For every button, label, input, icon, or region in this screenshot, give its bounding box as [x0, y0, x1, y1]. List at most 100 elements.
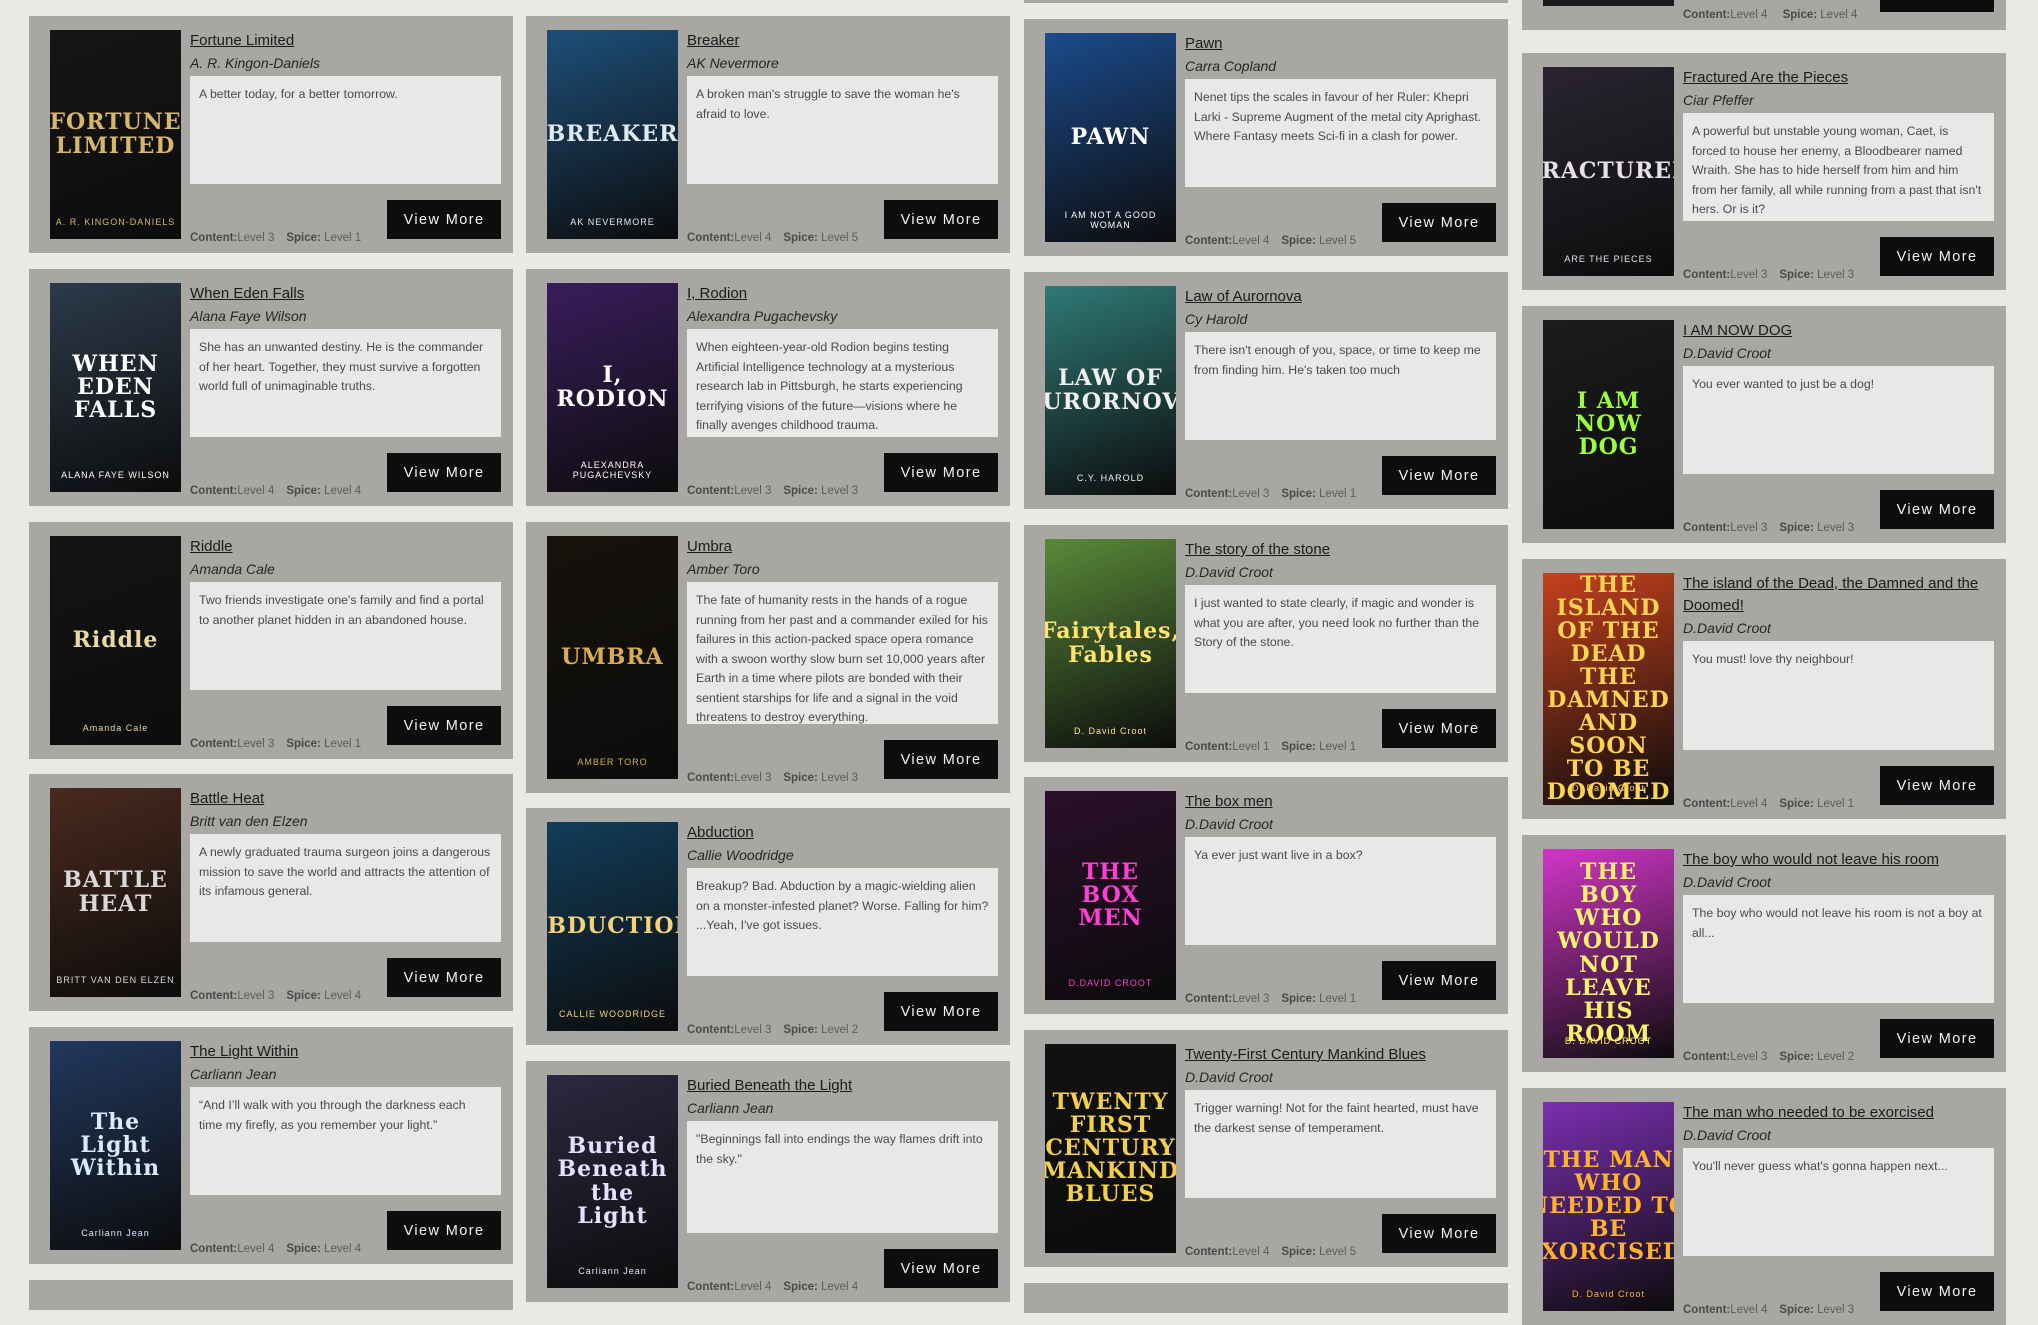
- book-description: There isn't enough of you, space, or tim…: [1185, 332, 1496, 440]
- spice-level: Level 4: [1820, 9, 1858, 21]
- view-more-button[interactable]: View More: [1880, 0, 1994, 12]
- view-more-button[interactable]: View More: [1382, 961, 1496, 1000]
- view-more-button[interactable]: View More: [884, 740, 998, 779]
- spice-level: Level 2: [1817, 1051, 1855, 1063]
- spice-label: Spice:: [1782, 9, 1818, 21]
- view-more-button[interactable]: View More: [1880, 237, 1994, 276]
- book-title-link[interactable]: Breaker: [687, 30, 998, 52]
- ratings: Content:Level 3 Spice: Level 3: [1683, 513, 1854, 543]
- book-cover[interactable]: FRACTURED ARE THE PIECES: [1543, 67, 1674, 276]
- view-more-button[interactable]: View More: [387, 200, 501, 239]
- cover-author: ALANA FAYE WILSON: [61, 470, 170, 480]
- book-title-link[interactable]: Umbra: [687, 536, 998, 558]
- book-cover[interactable]: LAW OF AURORNOVA C.Y. HAROLD: [1045, 286, 1176, 495]
- book-title-link[interactable]: The box men: [1185, 791, 1496, 813]
- book-cover[interactable]: THE ISLAND OF THE DEAD THE DAMNED AND SO…: [1543, 573, 1674, 805]
- book-card: THE BOX MEN D.DAVID CROOT The box men D.Dav…: [1024, 777, 1508, 1014]
- content-label: Content:: [190, 232, 238, 244]
- view-more-button[interactable]: View More: [884, 453, 998, 492]
- book-card: Buried Beneath the Light Carliann Jean Bur…: [526, 1061, 1010, 1302]
- content-level: Level 4: [1730, 9, 1768, 21]
- book-title-link[interactable]: Twenty-First Century Mankind Blues: [1185, 1044, 1496, 1066]
- spice-level: Level 4: [821, 1281, 859, 1293]
- book-cover[interactable]: ABDUCTION CALLIE WOODRIDGE: [547, 822, 678, 1031]
- view-more-button[interactable]: View More: [387, 1211, 501, 1250]
- book-cover[interactable]: TWENTY FIRST CENTURY MANKIND BLUES: [1045, 1044, 1176, 1253]
- book-title-link[interactable]: Fractured Are the Pieces: [1683, 67, 1994, 89]
- view-more-button[interactable]: View More: [884, 200, 998, 239]
- book-title-link[interactable]: Battle Heat: [190, 788, 501, 810]
- content-label: Content:: [1185, 235, 1233, 247]
- book-title-link[interactable]: Law of Aurornova: [1185, 286, 1496, 308]
- book-title-link[interactable]: The Light Within: [190, 1041, 501, 1063]
- view-more-button[interactable]: View More: [1880, 1019, 1994, 1058]
- spice-label: Spice:: [783, 232, 818, 244]
- view-more-button[interactable]: View More: [884, 992, 998, 1031]
- spice-label: Spice:: [783, 485, 818, 497]
- view-more-button[interactable]: View More: [1382, 1214, 1496, 1253]
- book-title-link[interactable]: I, Rodion: [687, 283, 998, 305]
- book-cover[interactable]: I, RODION ALEXANDRA PUGACHEVSKY: [547, 283, 678, 492]
- book-cover[interactable]: I AM NOW DOG: [1543, 320, 1674, 529]
- book-cover[interactable]: UMBRA AMBER TORO: [547, 536, 678, 779]
- content-label: Content:: [1185, 1246, 1233, 1258]
- cover-title: Buried Beneath the Light: [557, 1133, 668, 1229]
- book-title-link[interactable]: The island of the Dead, the Damned and t…: [1683, 573, 1994, 617]
- book-card-partial: [1024, 1283, 1508, 1313]
- view-more-button[interactable]: View More: [1880, 766, 1994, 805]
- book-card-partial: Content:Level 4 Spice: Level 4 View More: [1522, 0, 2006, 30]
- content-label: Content:: [1683, 1304, 1731, 1316]
- content-level: Level 4: [237, 1243, 275, 1255]
- book-title-link[interactable]: I AM NOW DOG: [1683, 320, 1994, 342]
- spice-level: Level 1: [324, 738, 362, 750]
- book-title-link[interactable]: Abduction: [687, 822, 998, 844]
- book-title-link[interactable]: The boy who would not leave his room: [1683, 849, 1994, 871]
- book-author: Callie Woodridge: [687, 847, 794, 863]
- spice-label: Spice:: [1281, 741, 1316, 753]
- book-cover[interactable]: THE BOX MEN D.DAVID CROOT: [1045, 791, 1176, 1000]
- view-more-button[interactable]: View More: [387, 706, 501, 745]
- book-cover[interactable]: [1543, 0, 1674, 6]
- spice-label: Spice:: [1281, 993, 1316, 1005]
- book-title-link[interactable]: The story of the stone: [1185, 539, 1496, 561]
- book-cover[interactable]: PAWN I AM NOT A GOOD WOMAN: [1045, 33, 1176, 242]
- cover-author: A. R. KINGON-DANIELS: [55, 217, 176, 227]
- book-author: Alexandra Pugachevsky: [687, 308, 838, 324]
- view-more-button[interactable]: View More: [884, 1249, 998, 1288]
- view-more-button[interactable]: View More: [387, 453, 501, 492]
- book-title-link[interactable]: Fortune Limited: [190, 30, 501, 52]
- book-title-link[interactable]: Riddle: [190, 536, 501, 558]
- book-cover[interactable]: The Light Within Carliann Jean: [50, 1041, 181, 1250]
- spice-level: Level 1: [1319, 993, 1357, 1005]
- spice-level: Level 5: [1319, 235, 1357, 247]
- book-title-link[interactable]: When Eden Falls: [190, 283, 501, 305]
- content-label: Content:: [1683, 522, 1731, 534]
- spice-label: Spice:: [783, 772, 818, 784]
- content-level: Level 3: [1730, 269, 1768, 281]
- book-description: She has an unwanted destiny. He is the c…: [190, 329, 501, 437]
- book-title-link[interactable]: Pawn: [1185, 33, 1496, 55]
- view-more-button[interactable]: View More: [1382, 709, 1496, 748]
- spice-label: Spice:: [1281, 1246, 1316, 1258]
- book-author: A. R. Kingon-Daniels: [190, 55, 320, 71]
- book-cover[interactable]: BATTLE HEAT BRITT VAN DEN ELZEN: [50, 788, 181, 997]
- book-title-link[interactable]: Buried Beneath the Light: [687, 1075, 998, 1097]
- book-card: The Light Within Carliann Jean The Light W…: [29, 1027, 513, 1264]
- book-cover[interactable]: BREAKER AK NEVERMORE: [547, 30, 678, 239]
- view-more-button[interactable]: View More: [1382, 203, 1496, 242]
- spice-label: Spice:: [1779, 1051, 1814, 1063]
- view-more-button[interactable]: View More: [387, 958, 501, 997]
- book-cover[interactable]: WHEN EDEN FALLS ALANA FAYE WILSON: [50, 283, 181, 492]
- book-cover[interactable]: FORTUNE LIMITED A. R. KINGON-DANIELS: [50, 30, 181, 239]
- book-cover[interactable]: THE BOY WHO WOULD NOT LEAVE HIS ROOM D. D…: [1543, 849, 1674, 1058]
- view-more-button[interactable]: View More: [1880, 1272, 1994, 1311]
- book-cover[interactable]: Fairytales, Fables D. David Croot: [1045, 539, 1176, 748]
- view-more-button[interactable]: View More: [1382, 456, 1496, 495]
- book-cover[interactable]: Riddle Amanda Cale: [50, 536, 181, 745]
- book-cover[interactable]: Buried Beneath the Light Carliann Jean: [547, 1075, 678, 1288]
- spice-level: Level 1: [1817, 798, 1855, 810]
- book-cover[interactable]: THE MAN WHO NEEDED TO BE EXORCISED! D. Da…: [1543, 1102, 1674, 1311]
- book-title-link[interactable]: The man who needed to be exorcised: [1683, 1102, 1994, 1124]
- book-description: Ya ever just want live in a box?: [1185, 837, 1496, 945]
- view-more-button[interactable]: View More: [1880, 490, 1994, 529]
